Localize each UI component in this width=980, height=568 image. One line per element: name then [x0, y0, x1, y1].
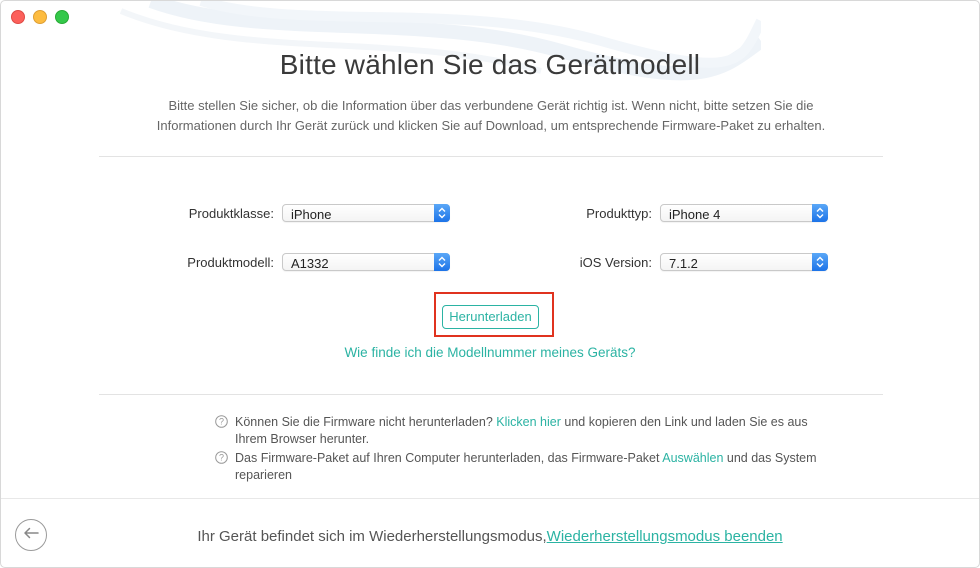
- product-model-select[interactable]: A1332: [282, 253, 450, 271]
- page-subtitle: Bitte stellen Sie sicher, ob die Informa…: [156, 98, 826, 133]
- exit-recovery-mode-link[interactable]: Wiederherstellungsmodus beenden: [547, 528, 783, 545]
- product-type-label: Produkttyp:: [586, 206, 652, 221]
- svg-text:?: ?: [219, 417, 224, 427]
- notes-section: ? Können Sie die Firmware nicht herunter…: [215, 414, 835, 486]
- product-type-value: iPhone 4: [669, 207, 721, 222]
- recovery-mode-status: Ihr Gerät befindet sich im Wiederherstel…: [1, 528, 979, 545]
- up-down-chevron-icon: [812, 204, 828, 222]
- product-class-select[interactable]: iPhone: [282, 204, 450, 222]
- divider-footer: [1, 498, 979, 499]
- download-button[interactable]: Herunterladen: [442, 305, 539, 329]
- click-here-link[interactable]: Klicken hier: [496, 415, 561, 429]
- ios-version-label: iOS Version:: [579, 255, 652, 270]
- product-type-select[interactable]: iPhone 4: [660, 204, 828, 222]
- up-down-chevron-icon: [434, 204, 450, 222]
- window-controls: [11, 10, 69, 24]
- app-window: Bitte wählen Sie das Gerätmodell Bitte s…: [0, 0, 980, 568]
- product-class-value: iPhone: [291, 207, 332, 222]
- recovery-mode-text: Ihr Gerät befindet sich im Wiederherstel…: [197, 528, 547, 545]
- note-2-text-before: Das Firmware-Paket auf Ihren Computer he…: [235, 451, 663, 465]
- divider-top: [99, 156, 883, 157]
- divider-middle: [99, 394, 883, 395]
- select-firmware-link[interactable]: Auswählen: [662, 451, 723, 465]
- page-title: Bitte wählen Sie das Gerätmodell: [279, 49, 701, 80]
- product-model-value: A1332: [291, 256, 329, 271]
- note-download-failed: ? Können Sie die Firmware nicht herunter…: [215, 414, 835, 448]
- note-1-text-before: Können Sie die Firmware nicht herunterla…: [235, 415, 497, 429]
- note-select-firmware: ? Das Firmware-Paket auf Ihren Computer …: [215, 450, 835, 484]
- svg-text:?: ?: [219, 453, 224, 463]
- close-window-button[interactable]: [11, 10, 25, 24]
- up-down-chevron-icon: [434, 253, 450, 271]
- ios-version-value: 7.1.2: [669, 256, 698, 271]
- product-model-label: Produktmodell:: [187, 255, 274, 270]
- ios-version-select[interactable]: 7.1.2: [660, 253, 828, 271]
- model-number-help-link[interactable]: Wie finde ich die Modellnummer meines Ge…: [1, 345, 979, 360]
- up-down-chevron-icon: [812, 253, 828, 271]
- minimize-window-button[interactable]: [33, 10, 47, 24]
- zoom-window-button[interactable]: [55, 10, 69, 24]
- question-circle-icon: ?: [215, 415, 228, 433]
- question-circle-icon: ?: [215, 451, 228, 469]
- product-class-label: Produktklasse:: [188, 206, 274, 221]
